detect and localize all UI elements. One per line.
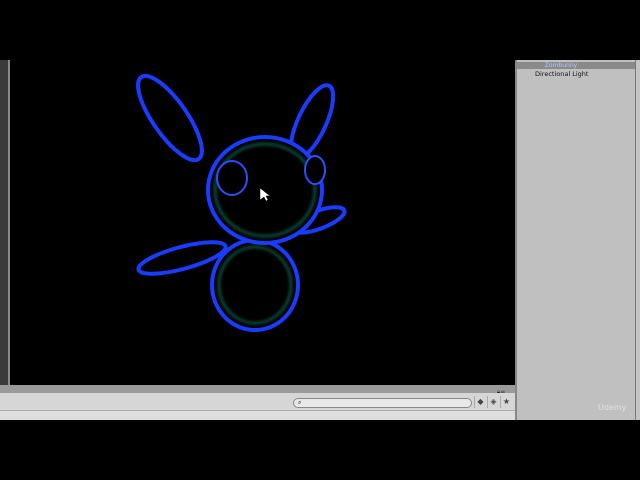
hierarchy-item-selected[interactable]: Zombunny: [517, 62, 635, 69]
filter-by-type-button[interactable]: ◆: [474, 396, 486, 408]
hierarchy-panel: [515, 60, 635, 420]
favorites-button[interactable]: ★: [500, 396, 512, 408]
hierarchy-item[interactable]: Directional Light: [535, 70, 588, 78]
watermark: Udemy: [598, 403, 627, 412]
magnifier-icon: ⌕: [298, 399, 302, 406]
left-panel: [0, 60, 8, 385]
filter-by-label-button[interactable]: ◈: [487, 396, 499, 408]
left-ear: [136, 73, 204, 163]
project-panel: [0, 411, 515, 420]
inspector-panel: [635, 60, 640, 420]
panel-tab-bar: [0, 385, 515, 393]
zombunny-model: [136, 73, 347, 332]
body: [210, 238, 300, 332]
scene-view[interactable]: [10, 60, 515, 385]
project-search-input[interactable]: ⌕: [293, 398, 472, 408]
